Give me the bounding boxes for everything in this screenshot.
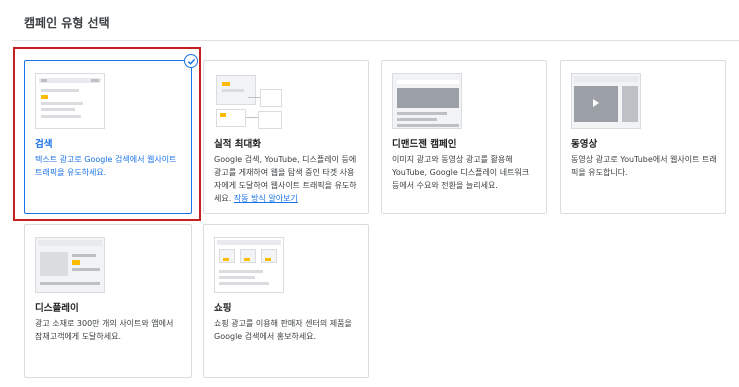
shopping-illustration: [214, 237, 284, 293]
performance-max-illustration: [214, 73, 284, 129]
video-illustration: [571, 73, 641, 129]
card-title: 쇼핑: [214, 303, 232, 314]
card-description: 쇼핑 광고를 이용해 판매자 센터의 제품을 Google 검색에서 홍보하세요…: [214, 319, 352, 341]
card-title: 실적 최대화: [214, 139, 262, 150]
card-title: 디맨드젠 캠페인: [392, 139, 457, 150]
campaign-card-shopping[interactable]: 쇼핑 쇼핑 광고를 이용해 판매자 센터의 제품을 Google 검색에서 홍보…: [203, 224, 369, 378]
card-description: 동영상 광고로 YouTube에서 웹사이트 트래픽을 유도합니다.: [571, 155, 717, 177]
campaign-card-display[interactable]: 디스플레이 광고 소재로 300만 개의 사이트와 앱에서 잠재고객에게 도달하…: [24, 224, 192, 378]
demand-gen-illustration: [392, 73, 462, 129]
display-illustration: [35, 237, 105, 293]
page-title: 캠페인 유형 선택: [24, 16, 110, 30]
card-description: 이미지 광고와 동영상 광고를 활용해 YouTube, Google 디스플레…: [392, 155, 530, 190]
selection-highlight-frame: [13, 47, 201, 221]
card-title: 디스플레이: [35, 303, 79, 314]
card-title: 동영상: [571, 139, 598, 150]
learn-how-it-works-link[interactable]: 작동 방식 알아보기: [234, 194, 298, 203]
card-description: Google 검색, YouTube, 디스플레이 등에 광고를 게재하여 웹을…: [214, 153, 360, 205]
card-description: 광고 소재로 300만 개의 사이트와 앱에서 잠재고객에게 도달하세요.: [35, 319, 174, 341]
divider: [12, 40, 739, 41]
play-icon: [593, 99, 599, 107]
campaign-card-demand-gen[interactable]: 디맨드젠 캠페인 이미지 광고와 동영상 광고를 활용해 YouTube, Go…: [381, 60, 547, 214]
campaign-card-video[interactable]: 동영상 동영상 광고로 YouTube에서 웹사이트 트래픽을 유도합니다.: [560, 60, 726, 214]
campaign-card-performance-max[interactable]: 실적 최대화 Google 검색, YouTube, 디스플레이 등에 광고를 …: [203, 60, 369, 214]
campaign-type-page: 캠페인 유형 선택 검색 텍스트 광고로 Google 검색에서 웹사이트 트래…: [0, 0, 739, 387]
